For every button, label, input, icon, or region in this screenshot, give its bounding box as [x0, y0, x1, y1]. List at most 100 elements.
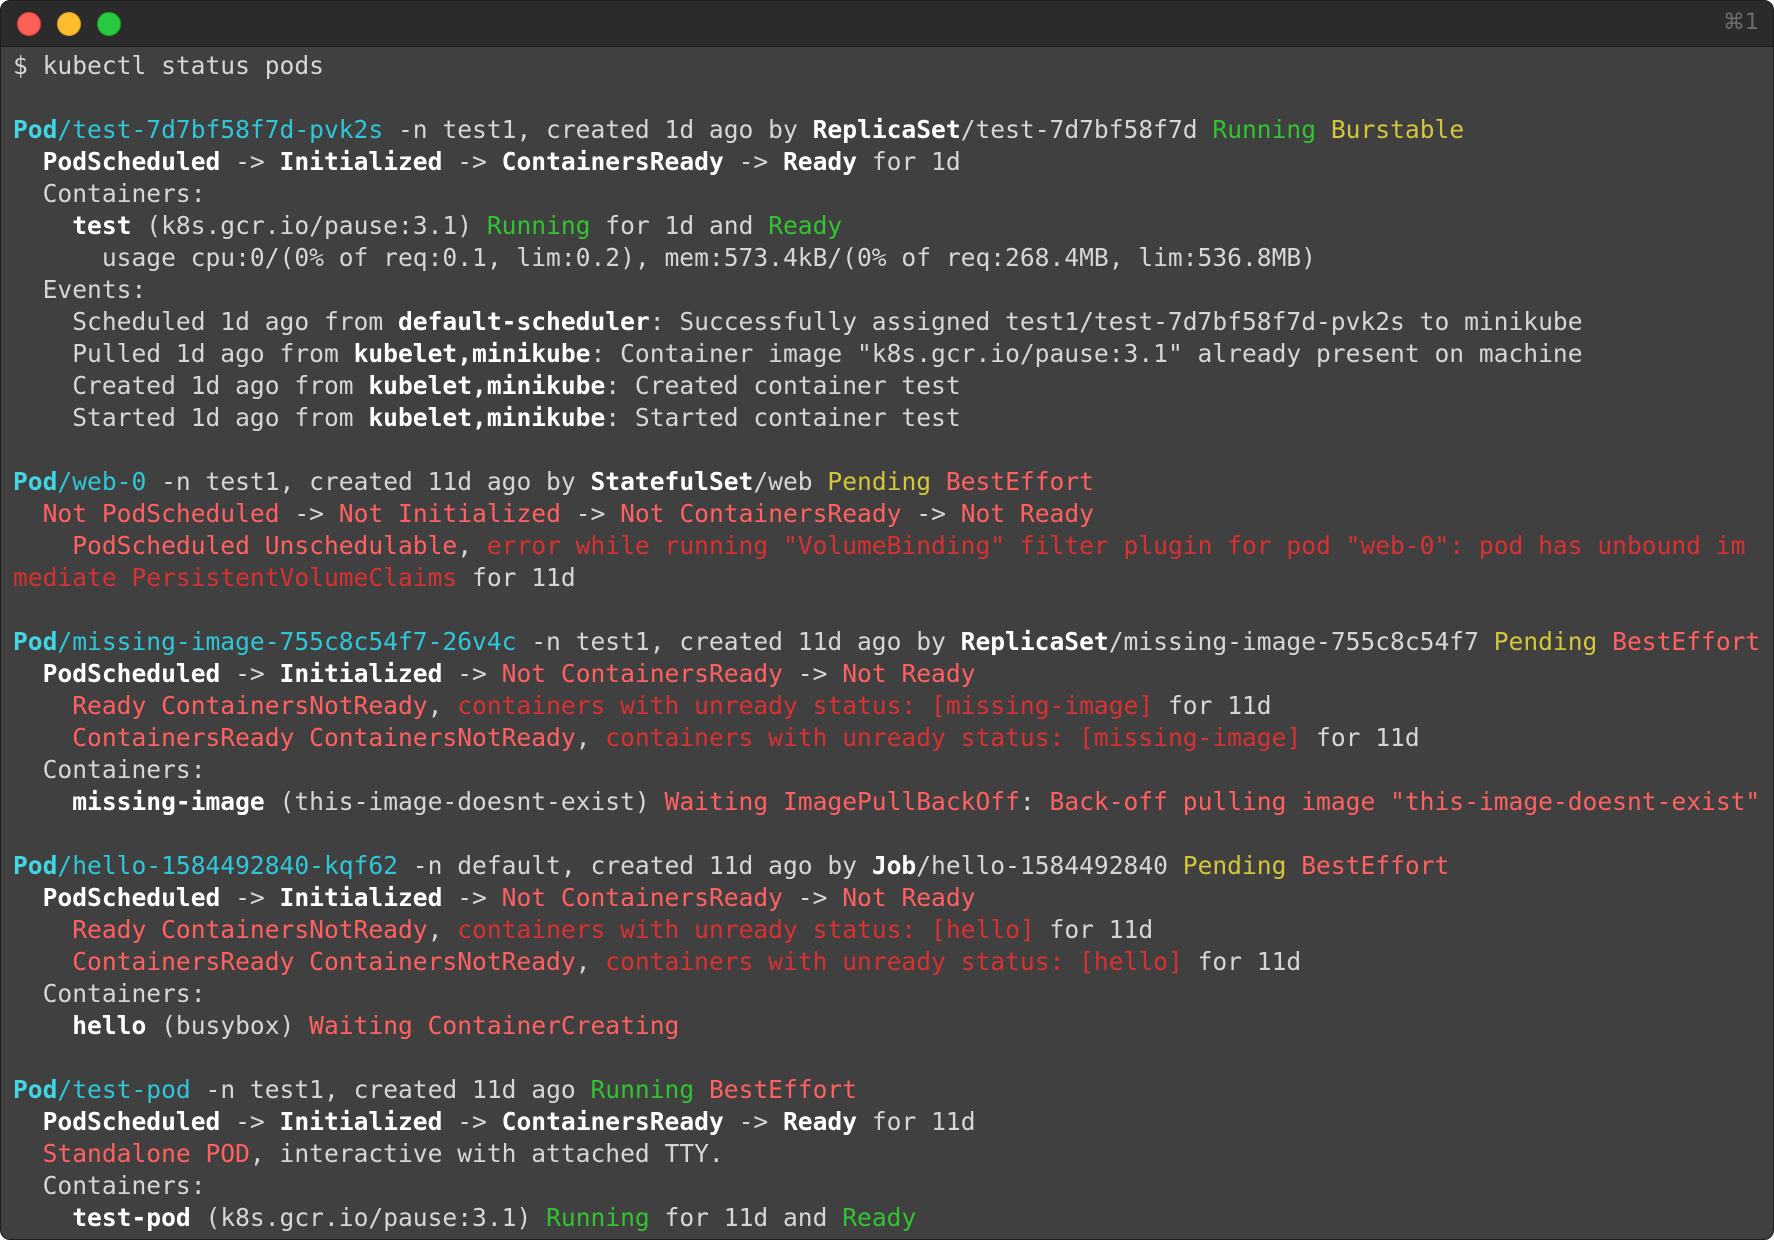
reason-title: ContainersReady ContainersNotReady [72, 723, 576, 752]
reason-message: containers with unready status: [hello] [605, 947, 1183, 976]
containers-label: Containers: [42, 755, 206, 784]
condition-3: Not ContainersReady [501, 883, 783, 912]
standalone-label: Standalone POD [42, 1139, 250, 1168]
container-state: Running [486, 211, 591, 240]
condition-2: Initialized [279, 883, 443, 912]
container-name: hello [72, 1011, 147, 1040]
container-name: test-pod [72, 1203, 191, 1232]
condition-4: Not Ready [842, 883, 976, 912]
condition-reason: Ready ContainersNotReady, containers wit… [72, 915, 1154, 944]
command-text: $ kubectl status pods [13, 51, 324, 80]
container-name: missing-image [72, 787, 265, 816]
pod-block: Pod/hello-1584492840-kqf62 -n default, c… [13, 850, 1758, 1042]
container-row: test (k8s.gcr.io/pause:3.1) Running for … [72, 211, 843, 240]
pod-phase: Pending [1493, 627, 1598, 656]
reason-title: ContainersReady ContainersNotReady [72, 947, 576, 976]
event-source: kubelet,minikube [368, 371, 606, 400]
container-state-detail: Back-off pulling image "this-image-doesn… [1049, 787, 1761, 816]
pod-name: hello-1584492840-kqf62 [72, 851, 398, 880]
condition-2: Initialized [279, 147, 443, 176]
event-source: kubelet,minikube [368, 403, 606, 432]
pod-conditions: PodScheduled -> Initialized -> Not Conta… [42, 659, 976, 688]
terminal-output[interactable]: $ kubectl status pods Pod/test-7d7bf58f7… [13, 50, 1761, 1234]
owner-kind: ReplicaSet [960, 627, 1109, 656]
pod-conditions: Not PodScheduled -> Not Initialized -> N… [42, 499, 1094, 528]
container-row: test-pod (k8s.gcr.io/pause:3.1) Running … [72, 1203, 917, 1232]
terminal-window: ⌘1 $ kubectl status pods Pod/test-7d7bf5… [0, 0, 1774, 1240]
reason-title: Ready ContainersNotReady [72, 915, 428, 944]
reason-title: PodScheduled Unschedulable [72, 531, 458, 560]
reason-title: Ready ContainersNotReady [72, 691, 428, 720]
pod-qos: BestEffort [1612, 627, 1761, 656]
pod-qos: BestEffort [708, 1075, 858, 1104]
pod-phase: Running [590, 1075, 695, 1104]
pod-conditions: PodScheduled -> Initialized -> Container… [42, 147, 961, 176]
pod-namespace-text: -n test1, created 11d ago by [146, 467, 591, 496]
condition-duration: for 1d [857, 147, 961, 176]
condition-4: Not Ready [842, 659, 976, 688]
close-window-button[interactable] [17, 12, 41, 36]
condition-3: ContainersReady [501, 1107, 724, 1136]
command-prompt: $ kubectl status pods [13, 50, 1758, 82]
pod-header: Pod/missing-image-755c8c54f7-26v4c -n te… [13, 627, 1761, 656]
pod-namespace-text: -n test1, created 11d ago by [516, 627, 961, 656]
containers-label: Containers: [42, 179, 206, 208]
pod-conditions: PodScheduled -> Initialized -> Not Conta… [42, 883, 976, 912]
pod-phase: Pending [827, 467, 932, 496]
condition-3: Not ContainersReady [501, 659, 783, 688]
condition-2: Initialized [279, 1107, 443, 1136]
pod-block: Pod/missing-image-755c8c54f7-26v4c -n te… [13, 626, 1761, 818]
container-image: (this-image-doesnt-exist) [264, 787, 665, 816]
pod-block: Pod/test-7d7bf58f7d-pvk2s -n test1, crea… [13, 114, 1758, 434]
pod-conditions: PodScheduled -> Initialized -> Container… [42, 1107, 976, 1136]
pod-block: Pod/web-0 -n test1, created 11d ago by S… [13, 466, 1758, 594]
pod-qos: BestEffort [945, 467, 1094, 496]
owner-kind: StatefulSet [590, 467, 754, 496]
container-state: Waiting ImagePullBackOff [664, 787, 1020, 816]
event-row: Scheduled 1d ago from default-scheduler:… [72, 307, 1583, 336]
containers-label: Containers: [42, 979, 206, 1008]
pod-kind: Pod [13, 467, 58, 496]
container-row: hello (busybox) Waiting ContainerCreatin… [13, 1010, 1758, 1042]
pod-phase: Pending [1182, 851, 1287, 880]
containers-label: Containers: [42, 1171, 206, 1200]
maximize-window-button[interactable] [97, 12, 121, 36]
condition-2: Initialized [279, 659, 443, 688]
event-row: Created 1d ago from kubelet,minikube: Cr… [72, 371, 961, 400]
pod-namespace-text: -n test1, created 1d ago by [383, 115, 813, 144]
container-state: Running [546, 1203, 650, 1232]
container-state: Waiting ContainerCreating [309, 1011, 680, 1040]
pod-header: Pod/hello-1584492840-kqf62 -n default, c… [13, 851, 1450, 880]
owner-kind: ReplicaSet [812, 115, 961, 144]
pod-header: Pod/test-pod -n test1, created 11d ago R… [13, 1075, 858, 1104]
pod-kind: Pod [13, 1075, 58, 1104]
reason-message: containers with unready status: [missing… [605, 723, 1302, 752]
title-bar: ⌘1 [1, 1, 1773, 47]
minimize-window-button[interactable] [57, 12, 81, 36]
container-usage: usage cpu:0/(0% of req:0.1, lim:0.2), me… [101, 243, 1316, 272]
owner-name: /hello-1584492840 [916, 851, 1183, 880]
owner-kind: Job [871, 851, 917, 880]
container-ready: Ready [768, 211, 843, 240]
pod-header: Pod/test-7d7bf58f7d-pvk2s -n test1, crea… [13, 115, 1465, 144]
pod-qos: Burstable [1330, 115, 1465, 144]
standalone-note: Standalone POD, interactive with attache… [42, 1139, 724, 1168]
condition-3: Not ContainersReady [620, 499, 902, 528]
condition-duration: for 11d [857, 1107, 976, 1136]
reason-message: containers with unready status: [missing… [457, 691, 1154, 720]
event-row: Started 1d ago from kubelet,minikube: St… [72, 403, 961, 432]
condition-1: PodScheduled [42, 883, 221, 912]
container-ready: Ready [842, 1203, 917, 1232]
condition-reason: PodScheduled Unschedulable, error while … [13, 531, 1746, 592]
container-image: (busybox) [146, 1011, 310, 1040]
condition-4: Not Ready [960, 499, 1094, 528]
condition-1: PodScheduled [42, 659, 221, 688]
condition-1: PodScheduled [42, 147, 221, 176]
pod-name: web-0 [72, 467, 147, 496]
condition-3: ContainersReady [501, 147, 724, 176]
owner-name: /missing-image-755c8c54f7 [1108, 627, 1494, 656]
container-image: (k8s.gcr.io/pause:3.1) [190, 1203, 547, 1232]
container-row: missing-image (this-image-doesnt-exist) … [72, 787, 1761, 816]
tab-shortcut-label: ⌘1 [1723, 10, 1759, 35]
owner-name: /web [753, 467, 828, 496]
